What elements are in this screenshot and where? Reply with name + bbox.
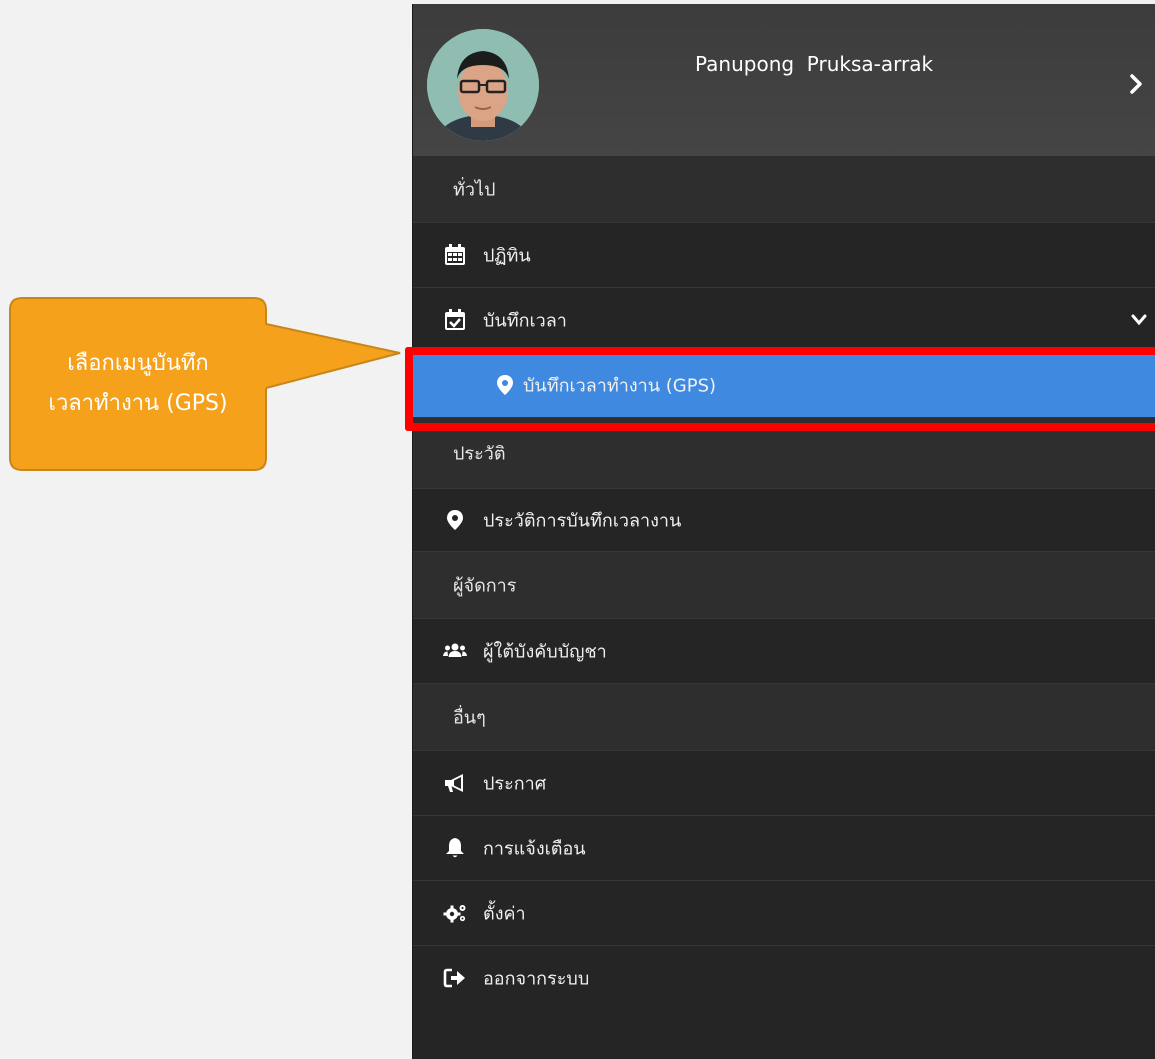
menu-item-label: บันทึกเวลา xyxy=(483,310,567,332)
calendar-check-icon xyxy=(445,309,465,330)
menu-item-label: ปฏิทิน xyxy=(483,245,531,267)
menu-item-label: ออกจากระบบ xyxy=(483,968,590,990)
menu-item-settings[interactable]: ตั้งค่า xyxy=(413,881,1155,946)
menu-item-notification[interactable]: การแจ้งเตือน xyxy=(413,816,1155,881)
menu-item-history[interactable]: ประวัติการบันทึกเวลางาน xyxy=(413,489,1155,552)
menu-item-announcement[interactable]: ประกาศ xyxy=(413,751,1155,816)
calendar-icon xyxy=(445,244,465,265)
section-header-other: อื่นๆ xyxy=(413,684,1155,751)
menu-item-label: ผู้ใต้บังคับบัญชา xyxy=(483,641,607,663)
menu-item-label: การแจ้งเตือน xyxy=(483,838,586,860)
section-label: ทั่วไป xyxy=(453,179,496,201)
menu-item-timelog[interactable]: บันทึกเวลา xyxy=(413,288,1155,353)
navigation-drawer: Panupong Pruksa-arrak ทั่วไป ปฏิทิน บันท… xyxy=(412,4,1155,1059)
bell-icon xyxy=(446,838,464,858)
profile-name: Panupong Pruksa-arrak xyxy=(695,52,934,76)
chevron-down-icon[interactable] xyxy=(1130,313,1148,327)
callout-line-2: เวลาทำงาน (GPS) xyxy=(48,391,228,416)
menu-item-subordinates[interactable]: ผู้ใต้บังคับบัญชา xyxy=(413,619,1155,684)
menu-item-calendar[interactable]: ปฏิทิน xyxy=(413,223,1155,288)
users-icon xyxy=(443,643,467,657)
section-header-manager: ผู้จัดการ xyxy=(413,552,1155,619)
menu-item-label: ประกาศ xyxy=(483,773,547,795)
menu-item-logout[interactable]: ออกจากระบบ xyxy=(413,946,1155,1010)
chevron-right-icon[interactable] xyxy=(1126,71,1146,97)
avatar xyxy=(427,29,539,141)
megaphone-icon xyxy=(445,774,463,792)
menu-item-label: ประวัติการบันทึกเวลางาน xyxy=(483,510,682,532)
sign-out-icon xyxy=(443,968,465,988)
map-marker-icon xyxy=(447,510,463,530)
section-label: อื่นๆ xyxy=(453,707,486,729)
menu-item-label: ตั้งค่า xyxy=(483,903,526,925)
section-label: ประวัติ xyxy=(453,443,506,465)
profile-header[interactable]: Panupong Pruksa-arrak xyxy=(413,4,1155,156)
section-label: ผู้จัดการ xyxy=(453,575,517,597)
callout-line-1: เลือกเมนูบันทึก xyxy=(67,351,209,376)
callout-text: เลือกเมนูบันทึก เวลาทำงาน (GPS) xyxy=(8,296,268,472)
highlight-frame xyxy=(405,347,1155,431)
gears-icon xyxy=(443,905,466,923)
section-header-general: ทั่วไป xyxy=(413,156,1155,223)
